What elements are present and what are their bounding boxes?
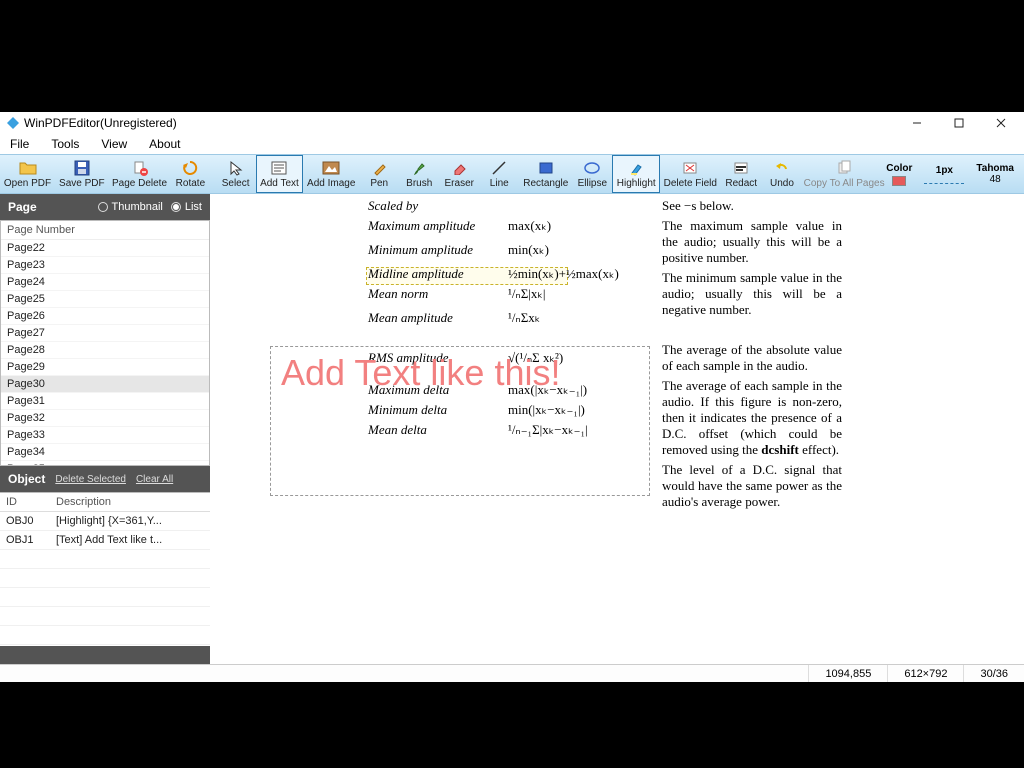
- open-pdf-button[interactable]: Open PDF: [0, 155, 55, 193]
- app-icon: [6, 116, 20, 130]
- rotate-button[interactable]: Rotate: [170, 155, 210, 193]
- pen-button[interactable]: Pen: [359, 155, 399, 193]
- add-image-button[interactable]: Add Image: [303, 155, 359, 193]
- save-pdf-button[interactable]: Save PDF: [55, 155, 109, 193]
- ellipse-icon: [583, 159, 601, 177]
- document-canvas[interactable]: Scaled byMaximum amplitudemax(xₖ)Minimum…: [210, 194, 1024, 664]
- page-list-item[interactable]: Page31: [1, 393, 209, 410]
- sidebar-object-title: Object: [8, 472, 45, 486]
- sidebar-object-header: Object Delete Selected Clear All: [0, 466, 210, 492]
- status-dim: 612×792: [887, 665, 963, 682]
- menu-tools[interactable]: Tools: [47, 135, 83, 153]
- brush-button[interactable]: Brush: [399, 155, 439, 193]
- page-list-item[interactable]: Page25: [1, 291, 209, 308]
- floppy-icon: [73, 159, 91, 177]
- redact-button[interactable]: Redact: [720, 155, 762, 193]
- page-list-item[interactable]: Page29: [1, 359, 209, 376]
- pen-icon: [370, 159, 388, 177]
- add-text-button[interactable]: Add Text: [256, 155, 304, 193]
- status-coord: 1094,855: [808, 665, 887, 682]
- page-surface: Scaled byMaximum amplitudemax(xₖ)Minimum…: [210, 194, 1024, 664]
- list-radio[interactable]: List: [171, 201, 202, 213]
- line-button[interactable]: Line: [479, 155, 519, 193]
- select-button[interactable]: Select: [216, 155, 256, 193]
- color-swatch: [892, 176, 906, 186]
- close-button[interactable]: [980, 112, 1022, 134]
- object-table[interactable]: ID Description OBJ0[Highlight] {X=361,Y.…: [0, 492, 210, 646]
- sidebar: Page Thumbnail List Page Number Page22Pa…: [0, 194, 210, 664]
- page-list-item[interactable]: Page27: [1, 325, 209, 342]
- rectangle-icon: [537, 159, 555, 177]
- delete-field-button[interactable]: Delete Field: [660, 155, 720, 193]
- page-list-item[interactable]: Page24: [1, 274, 209, 291]
- image-icon: [322, 159, 340, 177]
- line-icon: [490, 159, 508, 177]
- eraser-button[interactable]: Eraser: [439, 155, 479, 193]
- app-window: WinPDFEditor(Unregistered) File Tools Vi…: [0, 112, 1024, 682]
- sidebar-page-title: Page: [8, 200, 37, 214]
- page-list-item[interactable]: Page26: [1, 308, 209, 325]
- linewidth-preview: [924, 178, 964, 184]
- clear-all-link[interactable]: Clear All: [136, 474, 173, 485]
- cursor-icon: [227, 159, 245, 177]
- folder-open-icon: [19, 159, 37, 177]
- page-delete-icon: [131, 159, 149, 177]
- sidebar-footer: [0, 646, 210, 664]
- doc-right-column: See −s below.The maximum sample value in…: [662, 198, 842, 514]
- window-title: WinPDFEditor(Unregistered): [24, 116, 177, 130]
- brush-icon: [410, 159, 428, 177]
- font-prop[interactable]: Tahoma 48: [976, 163, 1014, 185]
- toolbar: Open PDF Save PDF Page Delete Rotate Sel…: [0, 154, 1024, 194]
- page-list-item[interactable]: Page30: [1, 376, 209, 393]
- maximize-button[interactable]: [938, 112, 980, 134]
- object-row[interactable]: OBJ0[Highlight] {X=361,Y...: [0, 512, 210, 531]
- body: Page Thumbnail List Page Number Page22Pa…: [0, 194, 1024, 664]
- delete-field-icon: [681, 159, 699, 177]
- linewidth-prop[interactable]: 1px: [924, 165, 964, 184]
- status-page: 30/36: [963, 665, 1024, 682]
- rotate-icon: [181, 159, 199, 177]
- page-list-item[interactable]: Page33: [1, 427, 209, 444]
- page-list-item[interactable]: Page23: [1, 257, 209, 274]
- page-list-header: Page Number: [1, 221, 209, 240]
- page-list-item[interactable]: Page32: [1, 410, 209, 427]
- undo-button[interactable]: Undo: [762, 155, 802, 193]
- added-text-box[interactable]: Add Text like this!: [270, 346, 650, 496]
- menubar: File Tools View About: [0, 134, 1024, 154]
- titlebar: WinPDFEditor(Unregistered): [0, 112, 1024, 134]
- page-delete-button[interactable]: Page Delete: [109, 155, 171, 193]
- highlight-button[interactable]: Highlight: [612, 155, 660, 193]
- eraser-icon: [450, 159, 468, 177]
- thumbnail-radio[interactable]: Thumbnail: [98, 201, 163, 213]
- menu-view[interactable]: View: [97, 135, 131, 153]
- color-prop[interactable]: Color: [886, 163, 912, 186]
- statusbar: 1094,855 612×792 30/36: [0, 664, 1024, 682]
- letterbox-bottom: [0, 682, 1024, 768]
- sidebar-page-header: Page Thumbnail List: [0, 194, 210, 220]
- copy-icon: [835, 159, 853, 177]
- rectangle-button[interactable]: Rectangle: [519, 155, 572, 193]
- minimize-button[interactable]: [896, 112, 938, 134]
- object-row[interactable]: OBJ1[Text] Add Text like t...: [0, 531, 210, 550]
- undo-icon: [773, 159, 791, 177]
- object-col-desc: Description: [50, 493, 210, 512]
- menu-about[interactable]: About: [145, 135, 184, 153]
- page-list-item[interactable]: Page28: [1, 342, 209, 359]
- delete-selected-link[interactable]: Delete Selected: [55, 474, 126, 485]
- text-icon: [270, 159, 288, 177]
- page-list-item[interactable]: Page34: [1, 444, 209, 461]
- highlight-icon: [627, 159, 645, 177]
- menu-file[interactable]: File: [6, 135, 33, 153]
- object-col-id: ID: [0, 493, 50, 512]
- page-list-item[interactable]: Page22: [1, 240, 209, 257]
- page-list[interactable]: Page Number Page22Page23Page24Page25Page…: [0, 220, 210, 466]
- toolbar-props: Color 1px Tahoma 48: [886, 155, 1024, 193]
- redact-icon: [732, 159, 750, 177]
- copy-all-pages-button[interactable]: Copy To All Pages: [802, 155, 886, 193]
- ellipse-button[interactable]: Ellipse: [572, 155, 612, 193]
- letterbox-top: [0, 0, 1024, 112]
